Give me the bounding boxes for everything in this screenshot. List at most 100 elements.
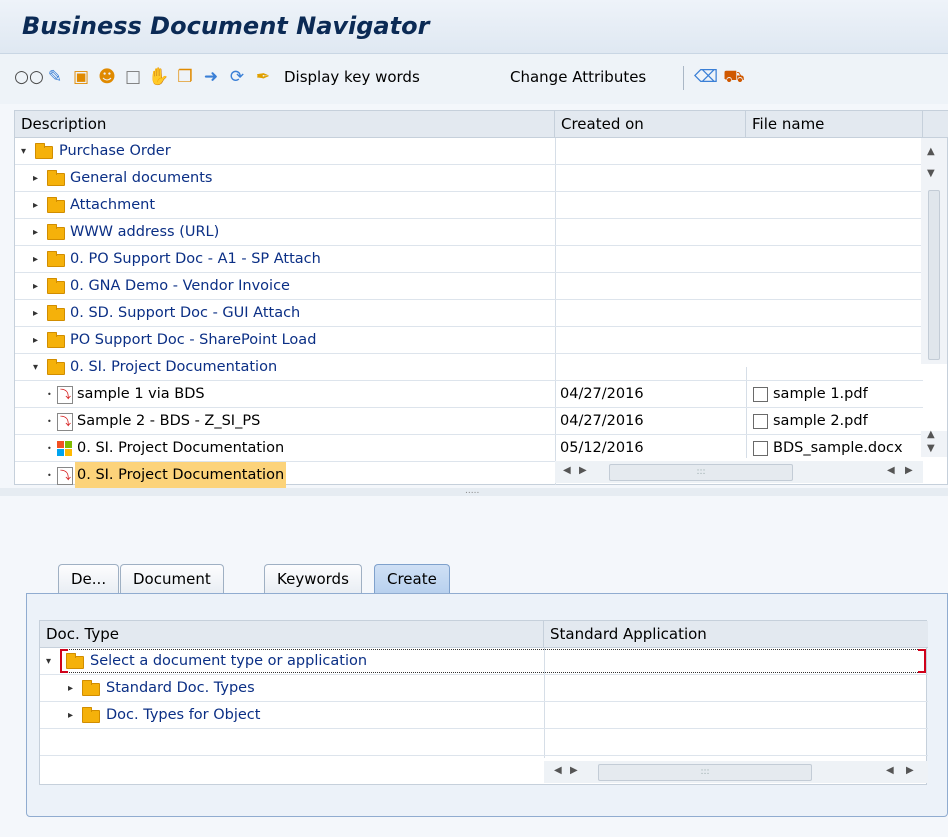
document-description[interactable]: Sample 2 - BDS - Z_SI_PS <box>77 408 260 435</box>
folder-icon <box>47 332 65 348</box>
tree-node-folder[interactable]: ▸ 0. GNA Demo - Vendor Invoice <box>15 273 923 300</box>
expand-arrow-icon[interactable]: ▸ <box>33 246 38 273</box>
save-icon[interactable]: ▣ <box>70 66 92 88</box>
scroll-up-icon[interactable]: ▲ <box>927 429 935 440</box>
glasses-icon[interactable]: ○○ <box>14 66 44 88</box>
scroll-left-icon[interactable]: ◀ <box>554 765 562 776</box>
collapse-arrow-icon[interactable]: ▾ <box>33 354 38 381</box>
people-icon[interactable]: ☻ <box>96 66 118 88</box>
scroll-left-icon[interactable]: ◀ <box>887 465 895 476</box>
tab-create[interactable]: Create <box>374 564 450 594</box>
scroll-right-icon[interactable]: ▶ <box>570 765 578 776</box>
document-description[interactable]: sample 1 via BDS <box>77 381 205 408</box>
file-checkbox[interactable] <box>753 414 768 429</box>
vertical-scrollbar[interactable]: ▲ ▼ <box>921 138 947 364</box>
tree-node-label[interactable]: Purchase Order <box>59 138 171 165</box>
collapse-arrow-icon[interactable]: ▾ <box>21 138 26 165</box>
document-description[interactable]: 0. SI. Project Documentation <box>75 462 287 489</box>
tab-document-info[interactable]: Document info <box>120 564 224 617</box>
scroll-left-icon[interactable]: ◀ <box>886 765 894 776</box>
tree-node-root[interactable]: ▾ Purchase Order <box>15 138 923 165</box>
scroll-up-icon[interactable]: ▲ <box>927 146 935 157</box>
tree-node-folder[interactable]: ▸ PO Support Doc - SharePoint Load <box>15 327 923 354</box>
scrollbar-thumb[interactable]: ::: <box>598 764 812 781</box>
document-description[interactable]: 0. SI. Project Documentation <box>77 435 284 462</box>
change-attributes-button[interactable]: Change Attributes <box>510 66 646 88</box>
tree-node-folder[interactable]: ▸ General documents <box>15 165 923 192</box>
folder-icon <box>66 653 84 669</box>
expand-arrow-icon[interactable]: ▸ <box>68 702 73 729</box>
tree-node-label[interactable]: PO Support Doc - SharePoint Load <box>70 327 316 354</box>
tree-node-label[interactable]: Doc. Types for Object <box>106 702 260 729</box>
pencil-icon[interactable]: ✎ <box>44 66 66 88</box>
pdf-icon: ⤵ <box>57 467 73 485</box>
document-file-name: BDS_sample.docx <box>773 440 903 456</box>
expand-arrow-icon[interactable]: ▸ <box>33 300 38 327</box>
hand-icon[interactable]: ✋ <box>148 66 170 88</box>
focus-bracket-right <box>918 649 926 673</box>
tree-node-label[interactable]: 0. PO Support Doc - A1 - SP Attach <box>70 246 321 273</box>
folder-icon <box>82 680 100 696</box>
scroll-down-icon[interactable]: ▼ <box>927 443 935 454</box>
tab-keywords[interactable]: Keywords <box>264 564 362 594</box>
expand-arrow-icon[interactable]: ▸ <box>33 165 38 192</box>
leaf-dot-icon: • <box>47 471 52 480</box>
scrollbar-thumb[interactable]: ::: <box>609 464 793 481</box>
tree-node-folder[interactable]: ▸ 0. PO Support Doc - A1 - SP Attach <box>15 246 923 273</box>
expand-arrow-icon[interactable]: ▸ <box>33 219 38 246</box>
tree-node-document[interactable]: • ⤵ Sample 2 - BDS - Z_SI_PS 04/27/2016 … <box>15 408 923 435</box>
collapse-arrow-icon[interactable]: ▾ <box>46 648 51 675</box>
truck-icon[interactable]: ⛟ <box>723 66 745 88</box>
doc-type-tree: Doc. Type Standard Application ▾ Select … <box>39 620 928 785</box>
tree-node-document[interactable]: • ⤵ sample 1 via BDS 04/27/2016 sample 1… <box>15 381 923 408</box>
pdf-icon: ⤵ <box>57 386 73 404</box>
file-checkbox[interactable] <box>753 387 768 402</box>
vertical-scrollbar-lower[interactable]: ▲ ▼ <box>921 429 947 457</box>
tree-node-folder[interactable]: ▾ 0. SI. Project Documentation <box>15 354 923 381</box>
tree-node-label[interactable]: Select a document type or application <box>90 648 367 675</box>
trash-icon[interactable]: ⌫ <box>694 66 718 88</box>
new-document-icon[interactable]: □ <box>122 66 144 88</box>
pane-splitter[interactable]: ..... <box>0 487 948 496</box>
highlighter-icon[interactable]: ✒ <box>252 66 274 88</box>
tree-node-document[interactable]: • 0. SI. Project Documentation 05/12/201… <box>15 435 923 462</box>
scroll-right-icon[interactable]: ▶ <box>905 465 913 476</box>
tab-description[interactable]: De... <box>58 564 120 594</box>
tree-node-folder[interactable]: ▸ 0. SD. Support Doc - GUI Attach <box>15 300 923 327</box>
tree-node-label[interactable]: Attachment <box>70 192 155 219</box>
horizontal-scrollbar[interactable]: ◀ ▶ ::: ◀ ▶ <box>544 761 928 783</box>
tree-node-folder[interactable]: ▸ Standard Doc. Types <box>40 675 928 702</box>
tree-node-label[interactable]: 0. SI. Project Documentation <box>70 354 277 381</box>
column-header-standard-application[interactable]: Standard Application <box>544 621 928 648</box>
expand-arrow-icon[interactable]: ▸ <box>33 273 38 300</box>
expand-arrow-icon[interactable]: ▸ <box>33 192 38 219</box>
scroll-right-icon[interactable]: ▶ <box>906 765 914 776</box>
tree-node-label[interactable]: WWW address (URL) <box>70 219 219 246</box>
scroll-right-icon[interactable]: ▶ <box>579 465 587 476</box>
column-header-doc-type[interactable]: Doc. Type <box>40 621 544 648</box>
folder-icon <box>47 251 65 267</box>
tree-node-label[interactable]: 0. SD. Support Doc - GUI Attach <box>70 300 300 327</box>
export-icon[interactable]: ➜ <box>200 66 222 88</box>
tree-node-root[interactable]: ▾ Select a document type or application <box>40 648 928 675</box>
copy-icon[interactable]: ❐ <box>174 66 196 88</box>
column-header-file-name[interactable]: File name <box>746 111 923 138</box>
tree-node-label[interactable]: General documents <box>70 165 212 192</box>
column-header-created-on[interactable]: Created on <box>555 111 746 138</box>
tree-node-folder[interactable]: ▸ Doc. Types for Object <box>40 702 928 729</box>
column-header-description[interactable]: Description <box>15 111 555 138</box>
refresh-icon[interactable]: ⟳ <box>226 66 248 88</box>
tree-node-label[interactable]: Standard Doc. Types <box>106 675 255 702</box>
document-file-name: sample 2.pdf <box>773 413 868 429</box>
scrollbar-thumb[interactable] <box>928 190 940 360</box>
expand-arrow-icon[interactable]: ▸ <box>33 327 38 354</box>
horizontal-scrollbar[interactable]: ◀ ▶ ::: ◀ ▶ <box>555 461 923 483</box>
file-checkbox[interactable] <box>753 441 768 456</box>
tree-node-label[interactable]: 0. GNA Demo - Vendor Invoice <box>70 273 290 300</box>
scroll-down-icon[interactable]: ▼ <box>927 168 935 179</box>
display-keywords-button[interactable]: Display key words <box>284 66 420 88</box>
tree-node-folder[interactable]: ▸ Attachment <box>15 192 923 219</box>
expand-arrow-icon[interactable]: ▸ <box>68 675 73 702</box>
scroll-left-icon[interactable]: ◀ <box>563 465 571 476</box>
tree-node-folder[interactable]: ▸ WWW address (URL) <box>15 219 923 246</box>
